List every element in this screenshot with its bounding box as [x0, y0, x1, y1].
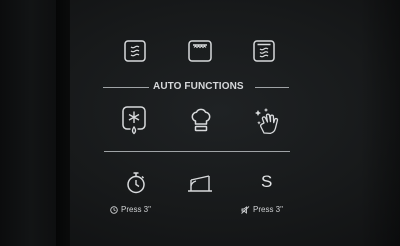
timer-press-hint: Press 3": [110, 205, 151, 214]
header-rule-left: [103, 87, 149, 88]
oven-mode-steam-grill-icon[interactable]: [253, 40, 275, 62]
chef-hat-icon[interactable]: [190, 107, 212, 133]
sound-hint-text: Press 3": [253, 205, 283, 214]
oven-control-panel: AUTO FUNCTIONS Press 3" S Press 3": [0, 0, 400, 246]
tilt-level-icon[interactable]: [187, 174, 213, 194]
mute-icon: [241, 205, 250, 214]
clock-icon: [110, 205, 118, 214]
panel-shadow: [360, 0, 400, 246]
section-divider: [104, 151, 290, 152]
timer-hint-text: Press 3": [121, 205, 151, 214]
stopwatch-icon[interactable]: [126, 172, 146, 194]
panel-edge: [56, 0, 70, 246]
panel-bezel: [0, 0, 56, 246]
cleaning-icon[interactable]: [254, 107, 284, 135]
defrost-icon[interactable]: [121, 106, 147, 136]
header-rule-right: [255, 87, 289, 88]
oven-mode-steam-icon[interactable]: [124, 40, 146, 62]
section-title: AUTO FUNCTIONS: [153, 81, 244, 92]
sound-press-hint: Press 3": [241, 205, 283, 214]
sound-toggle-letter[interactable]: S: [261, 172, 272, 192]
auto-functions-header: AUTO FUNCTIONS: [103, 79, 289, 95]
oven-mode-top-heat-icon[interactable]: [188, 40, 212, 62]
